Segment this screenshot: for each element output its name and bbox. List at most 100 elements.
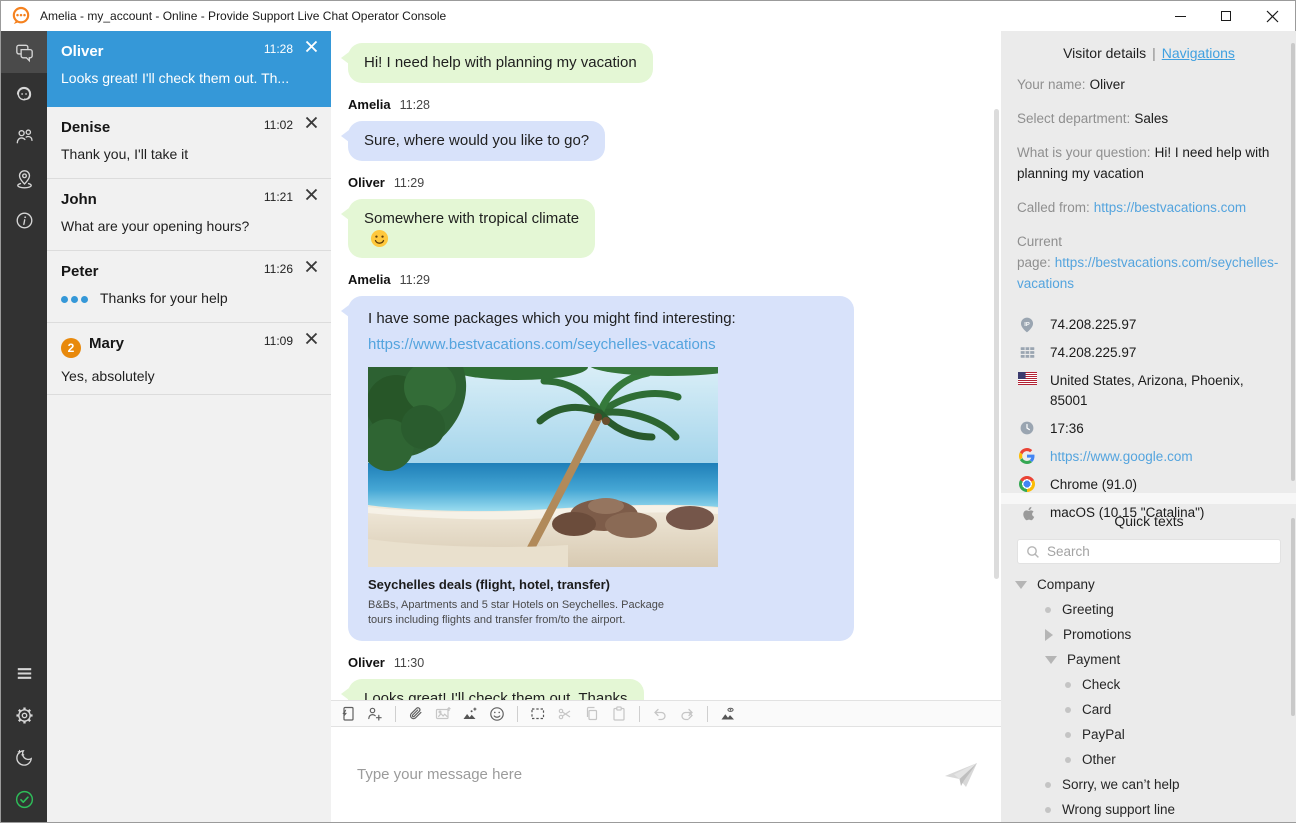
operator-message: Sure, where would you like to go?: [348, 121, 605, 161]
tree-item-card[interactable]: Card: [1001, 697, 1296, 722]
close-icon: [305, 332, 318, 345]
visitors-icon: [13, 125, 36, 148]
theme-toggle-button[interactable]: [1, 736, 47, 778]
invite-operator-button[interactable]: [365, 704, 385, 724]
chat-preview: Thanks for your help: [61, 290, 317, 306]
image-eye-icon: [719, 705, 737, 723]
navigations-link[interactable]: Navigations: [1162, 45, 1235, 61]
tree-item-promotions[interactable]: Promotions: [1001, 622, 1296, 647]
quick-texts-panel: Quick texts Company Greeting Promotions …: [1001, 504, 1296, 822]
redo-icon: [678, 705, 696, 723]
scissors-icon: [556, 705, 574, 723]
message-link[interactable]: https://www.bestvacations.com/seychelles…: [368, 335, 834, 355]
send-button[interactable]: [943, 761, 979, 789]
title-bar: Amelia - my_account - Online - Provide S…: [1, 1, 1295, 31]
moon-stars-icon: [13, 746, 36, 769]
tree-item-other[interactable]: Other: [1001, 747, 1296, 772]
chat-preview: What are your opening hours?: [61, 218, 317, 234]
screenshot-preview-button[interactable]: [718, 704, 738, 724]
bullet-icon: [1065, 682, 1071, 688]
tree-item-sorry-we-cant-help[interactable]: Sorry, we can’t help: [1001, 772, 1296, 797]
chat-area: Hi! I need help with planning my vacatio…: [331, 31, 1001, 822]
message-meta: Amelia11:29: [348, 271, 987, 289]
undo-button-disabled[interactable]: [650, 704, 670, 724]
close-chat-button[interactable]: [305, 188, 319, 202]
minimize-icon: [1175, 16, 1186, 17]
paper-plane-icon: [943, 761, 979, 789]
send-image-button-disabled[interactable]: [433, 704, 453, 724]
search-input[interactable]: [1047, 544, 1272, 559]
field-current-page: Current page:https://bestvacations.com/s…: [1017, 231, 1281, 294]
operator-headset-icon: [13, 83, 36, 106]
current-page-link[interactable]: https://bestvacations.com/seychelles-vac…: [1017, 255, 1278, 291]
nav-geolocation[interactable]: [1, 157, 47, 199]
chat-list-item-oliver[interactable]: Oliver Looks great! I'll check them out.…: [47, 31, 331, 107]
push-image-button[interactable]: [460, 704, 480, 724]
minimize-button[interactable]: [1157, 1, 1203, 31]
chat-list-item-mary[interactable]: 2Mary Yes, absolutely 11:09: [47, 323, 331, 395]
hamburger-menu-icon: [13, 662, 36, 685]
quick-text-button[interactable]: [338, 704, 358, 724]
chat-list-item-peter[interactable]: Peter Thanks for your help 11:26: [47, 251, 331, 323]
visitor-details-scrollbar[interactable]: [1291, 43, 1295, 481]
collapsed-arrow-icon: [1045, 629, 1053, 641]
composer-toolbar: [331, 700, 1001, 727]
quick-texts-scrollbar[interactable]: [1291, 518, 1295, 716]
maximize-icon: [1221, 11, 1231, 21]
field-question: What is your question:Hi! I need help wi…: [1017, 142, 1281, 184]
chat-list: Oliver Looks great! I'll check them out.…: [47, 31, 331, 822]
paste-button-disabled[interactable]: [609, 704, 629, 724]
close-chat-button[interactable]: [305, 116, 319, 130]
tree-item-wrong-support-line[interactable]: Wrong support line: [1001, 797, 1296, 822]
toolbar-separator: [639, 706, 640, 722]
menu-button[interactable]: [1, 652, 47, 694]
redo-button-disabled[interactable]: [677, 704, 697, 724]
cut-button-disabled[interactable]: [555, 704, 575, 724]
chat-time: 11:26: [264, 262, 293, 276]
tree-item-check[interactable]: Check: [1001, 672, 1296, 697]
visitor-details-header: Visitor details|Navigations: [1017, 45, 1281, 61]
select-all-button[interactable]: [528, 704, 548, 724]
message-history: Hi! I need help with planning my vacatio…: [331, 31, 1001, 700]
svg-text:IP: IP: [1024, 322, 1030, 328]
nav-info[interactable]: [1, 199, 47, 241]
nav-operators[interactable]: [1, 73, 47, 115]
paste-icon: [610, 705, 628, 723]
close-chat-button[interactable]: [305, 40, 319, 54]
expanded-arrow-icon: [1015, 581, 1027, 589]
attach-file-button[interactable]: [406, 704, 426, 724]
copy-button-disabled[interactable]: [582, 704, 602, 724]
ip-icon: IP: [1017, 315, 1037, 334]
tree-item-greeting[interactable]: Greeting: [1001, 597, 1296, 622]
online-status-button[interactable]: [1, 778, 47, 820]
bullet-icon: [1065, 707, 1071, 713]
toolbar-separator: [517, 706, 518, 722]
close-chat-button[interactable]: [305, 260, 319, 274]
close-chat-button[interactable]: [305, 332, 319, 346]
chat-list-item-denise[interactable]: Denise Thank you, I'll take it 11:02: [47, 107, 331, 179]
chat-list-item-john[interactable]: John What are your opening hours? 11:21: [47, 179, 331, 251]
quick-texts-search[interactable]: [1017, 539, 1281, 564]
operator-message-with-link-preview: I have some packages which you might fin…: [348, 296, 854, 641]
info-row-location: United States, Arizona, Phoenix, 85001: [1017, 371, 1281, 411]
tree-item-payment[interactable]: Payment: [1001, 647, 1296, 672]
settings-button[interactable]: [1, 694, 47, 736]
nav-chats[interactable]: [1, 31, 47, 73]
seychelles-beach-photo[interactable]: [368, 367, 718, 567]
chat-time: 11:02: [264, 118, 293, 132]
nav-visitors[interactable]: [1, 115, 47, 157]
referrer-link[interactable]: https://www.google.com: [1050, 447, 1193, 467]
close-icon: [305, 40, 318, 53]
called-from-link[interactable]: https://bestvacations.com: [1094, 200, 1246, 215]
tree-item-paypal[interactable]: PayPal: [1001, 722, 1296, 747]
bullet-icon: [1045, 807, 1051, 813]
tree-item-company[interactable]: Company: [1001, 572, 1296, 597]
emoji-button[interactable]: [487, 704, 507, 724]
close-button[interactable]: [1249, 1, 1295, 31]
toolbar-separator: [395, 706, 396, 722]
paperclip-icon: [407, 705, 425, 723]
messages-scrollbar[interactable]: [994, 109, 999, 579]
info-row-localtime: 17:36: [1017, 419, 1281, 439]
maximize-button[interactable]: [1203, 1, 1249, 31]
message-input[interactable]: [331, 727, 1001, 822]
